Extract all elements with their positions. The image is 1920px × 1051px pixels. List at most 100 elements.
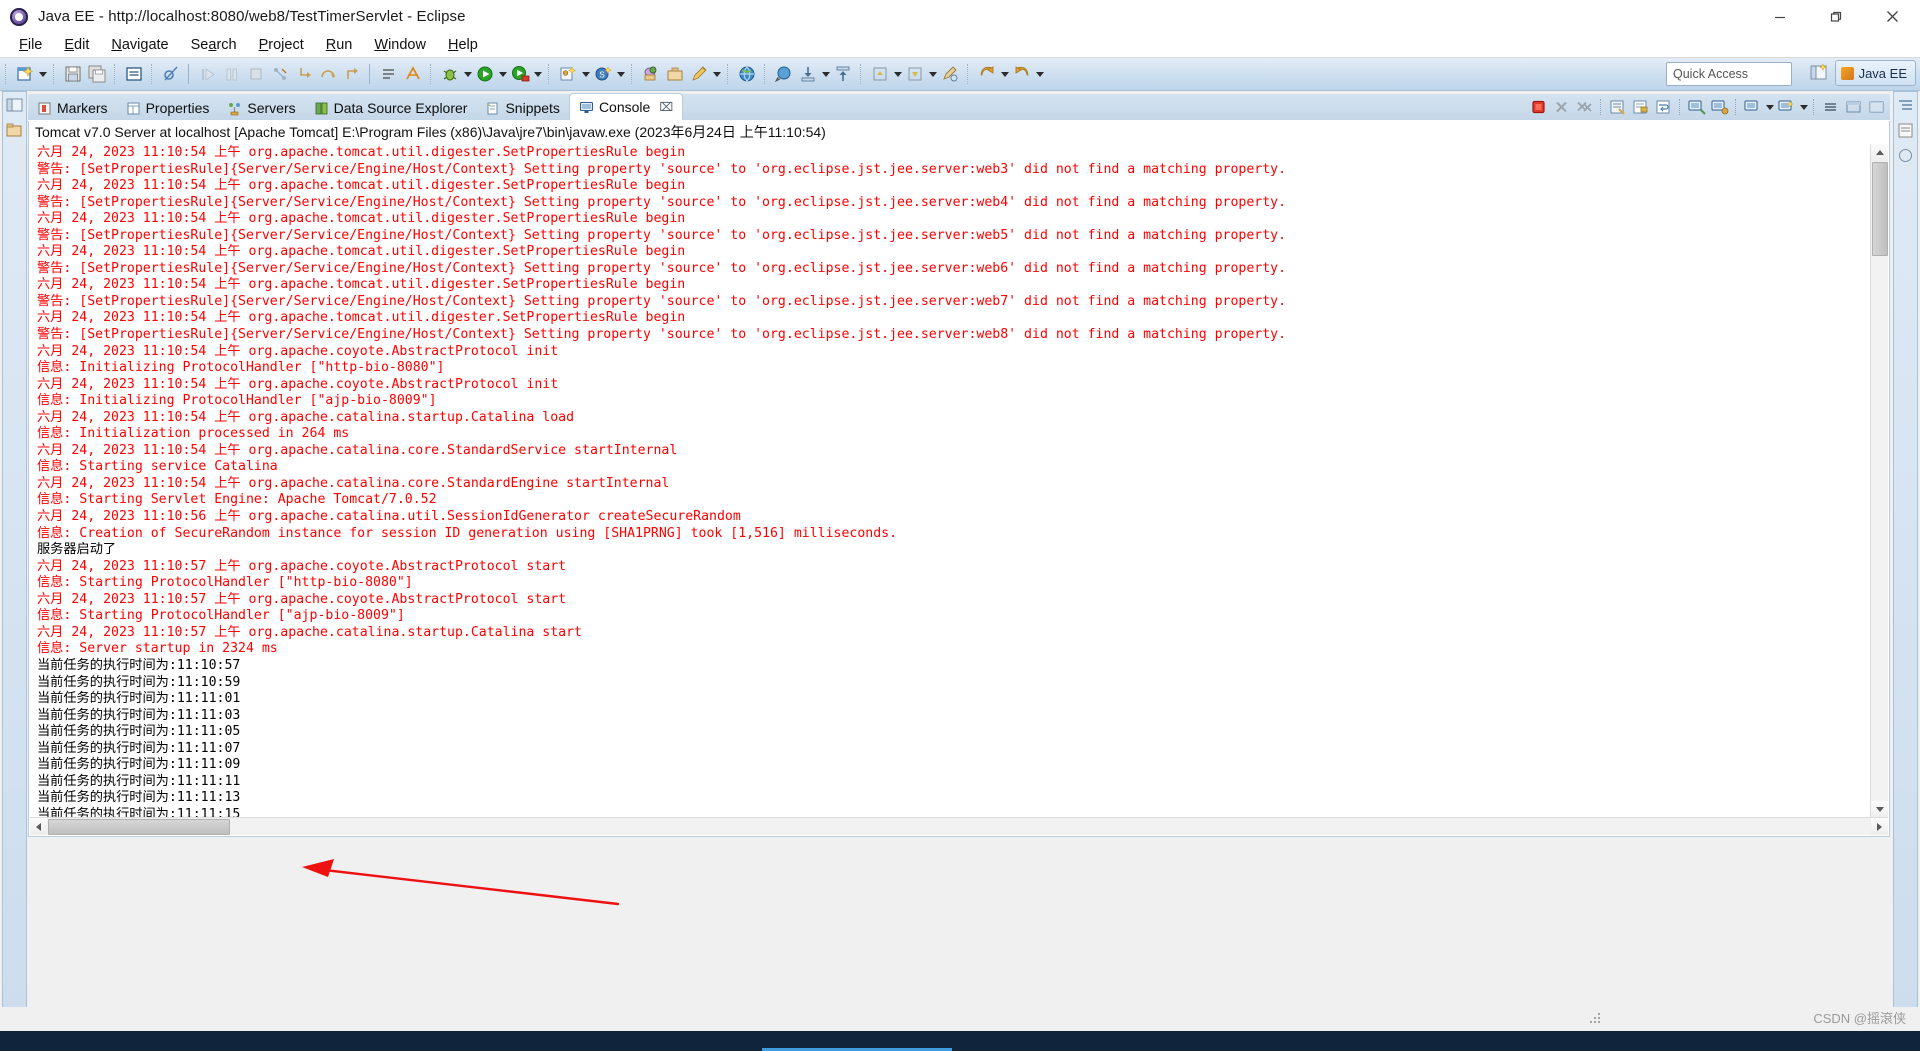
palette-icon[interactable]	[1896, 146, 1915, 165]
open-task-icon[interactable]	[664, 63, 686, 85]
minimize-button[interactable]	[1752, 0, 1808, 33]
debug-dropdown-arrow[interactable]	[462, 63, 473, 85]
import-icon[interactable]	[797, 63, 819, 85]
project-explorer-icon[interactable]	[5, 121, 24, 140]
previous-annotation-icon[interactable]	[869, 63, 891, 85]
pin-console-icon[interactable]	[1709, 97, 1730, 117]
console-vertical-scrollbar[interactable]	[1870, 144, 1888, 818]
step-into-icon[interactable]	[293, 63, 315, 85]
export-icon[interactable]	[832, 63, 854, 85]
forward-dropdown-arrow[interactable]	[1034, 63, 1045, 85]
open-perspective-icon[interactable]	[640, 63, 662, 85]
remove-all-terminated-icon[interactable]	[1574, 97, 1595, 117]
search-icon[interactable]	[773, 63, 795, 85]
view-menu-icon[interactable]	[1820, 97, 1841, 117]
next-annotation-dropdown-arrow[interactable]	[927, 63, 938, 85]
menu-window[interactable]: Window	[363, 35, 437, 55]
web-browser-icon[interactable]	[736, 63, 758, 85]
console-output-area[interactable]: 六月 24, 2023 11:10:54 上午 org.apache.tomca…	[28, 143, 1890, 837]
scrollbar-thumb-vertical[interactable]	[1872, 162, 1888, 256]
run-as-server-dropdown-arrow[interactable]	[532, 63, 543, 85]
open-perspective-icon[interactable]	[1807, 61, 1831, 85]
maximize-button[interactable]	[1808, 0, 1864, 33]
run-icon[interactable]	[474, 63, 496, 85]
suspend-icon[interactable]	[221, 63, 243, 85]
console-horizontal-scrollbar[interactable]	[30, 817, 1888, 835]
new-java-class-icon[interactable]	[557, 63, 579, 85]
console-line: 警告: [SetPropertiesRule]{Server/Service/E…	[37, 194, 1287, 210]
display-selected-console-icon[interactable]	[1742, 97, 1763, 117]
maximize-icon[interactable]	[1866, 97, 1887, 117]
word-wrap-icon[interactable]	[1653, 97, 1674, 117]
tab-data-source-explorer[interactable]: Data Source Explorer	[305, 96, 477, 120]
scroll-down-icon[interactable]	[1871, 801, 1888, 818]
close-button[interactable]	[1864, 0, 1920, 33]
run-dropdown-arrow[interactable]	[497, 63, 508, 85]
tab-servers[interactable]: Servers	[218, 96, 304, 120]
terminate-icon[interactable]	[245, 63, 267, 85]
console-description: Tomcat v7.0 Server at localhost [Apache …	[28, 121, 1890, 143]
menu-run[interactable]: Run	[315, 35, 364, 55]
minimize-icon[interactable]	[1843, 97, 1864, 117]
menu-search[interactable]: Search	[180, 35, 248, 55]
edit-icon[interactable]	[688, 63, 710, 85]
toggle-breakpoint-icon[interactable]	[160, 63, 182, 85]
restore-perspective-icon[interactable]	[5, 96, 24, 115]
step-over-icon[interactable]	[317, 63, 339, 85]
last-edit-location-icon[interactable]	[939, 63, 961, 85]
perspective-java-ee[interactable]: Java EE	[1834, 60, 1916, 86]
back-dropdown-arrow[interactable]	[999, 63, 1010, 85]
menu-help[interactable]: Help	[437, 35, 489, 55]
tab-markers[interactable]: Markers	[28, 96, 117, 120]
tab-snippets[interactable]: Snippets	[476, 96, 568, 120]
console-line: 六月 24, 2023 11:10:54 上午 org.apache.tomca…	[37, 310, 686, 326]
open-console-dropdown-arrow[interactable]	[1798, 97, 1809, 117]
console-log-text: 六月 24, 2023 11:10:54 上午 org.apache.tomca…	[37, 145, 1869, 818]
new-java-ee-icon[interactable]	[123, 63, 145, 85]
console-line: 信息: Starting service Catalina	[37, 459, 278, 475]
new-java-class-dropdown-arrow[interactable]	[580, 63, 591, 85]
quick-access-input[interactable]: Quick Access	[1666, 62, 1792, 86]
scroll-right-icon[interactable]	[1871, 818, 1888, 835]
import-dropdown-arrow[interactable]	[820, 63, 831, 85]
menu-edit[interactable]: Edit	[53, 35, 100, 55]
back-icon[interactable]	[976, 63, 998, 85]
toggle-ant-icon[interactable]	[402, 63, 424, 85]
step-return-icon[interactable]	[341, 63, 363, 85]
save-all-icon[interactable]	[86, 63, 108, 85]
outline-view-icon[interactable]	[1896, 96, 1915, 115]
open-type-icon[interactable]	[378, 63, 400, 85]
scrollbar-thumb-horizontal[interactable]	[48, 819, 230, 835]
clear-console-icon[interactable]	[1607, 97, 1628, 117]
disconnect-icon[interactable]	[269, 63, 291, 85]
new-wizard-dropdown-arrow[interactable]	[37, 63, 48, 85]
new-wizard-icon[interactable]	[14, 63, 36, 85]
window-controls	[1752, 0, 1920, 33]
tab-console[interactable]: Console ⌧	[568, 93, 684, 120]
menu-navigate[interactable]: Navigate	[100, 35, 179, 55]
display-selected-console-dropdown-arrow[interactable]	[1764, 97, 1775, 117]
remove-launch-icon[interactable]	[1551, 97, 1572, 117]
save-icon[interactable]	[62, 63, 84, 85]
edit-dropdown-arrow[interactable]	[711, 63, 722, 85]
scroll-lock-icon[interactable]	[1630, 97, 1651, 117]
menu-project[interactable]: Project	[248, 35, 315, 55]
debug-icon[interactable]	[439, 63, 461, 85]
run-as-server-icon[interactable]	[509, 63, 531, 85]
os-taskbar	[0, 1031, 1920, 1051]
task-list-icon[interactable]	[1896, 121, 1915, 140]
new-spring-bean-icon[interactable]: S	[592, 63, 614, 85]
forward-icon[interactable]	[1011, 63, 1033, 85]
menu-file[interactable]: File	[8, 35, 53, 55]
tab-properties[interactable]: Properties	[117, 96, 219, 120]
open-console-icon[interactable]	[1776, 97, 1797, 117]
scroll-up-icon[interactable]	[1871, 144, 1888, 161]
scroll-left-icon[interactable]	[30, 818, 47, 835]
resume-icon[interactable]	[197, 63, 219, 85]
close-icon[interactable]: ⌧	[659, 101, 673, 113]
new-spring-bean-dropdown-arrow[interactable]	[615, 63, 626, 85]
next-annotation-icon[interactable]	[904, 63, 926, 85]
terminate-icon[interactable]	[1528, 97, 1549, 117]
previous-annotation-dropdown-arrow[interactable]	[892, 63, 903, 85]
show-console-on-output-icon[interactable]	[1686, 97, 1707, 117]
